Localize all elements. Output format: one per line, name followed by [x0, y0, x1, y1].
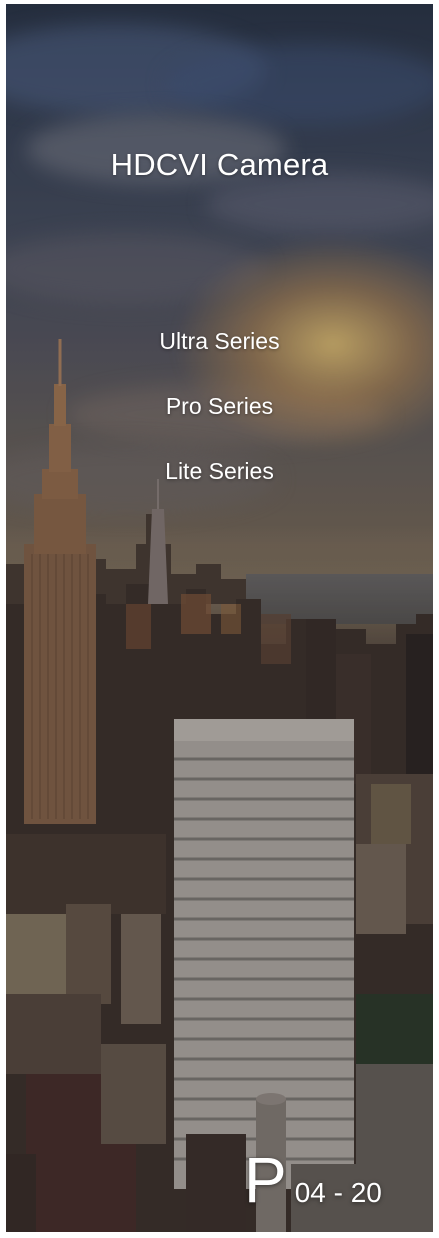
photo-darken-overlay: [6, 4, 433, 1232]
menu-item-lite-series[interactable]: Lite Series: [165, 452, 274, 517]
page-title: HDCVI Camera: [110, 147, 329, 182]
menu-item-ultra-series[interactable]: Ultra Series: [159, 322, 279, 387]
series-menu: Ultra Series Pro Series Lite Series: [6, 322, 433, 517]
page-letter: P: [244, 1144, 287, 1216]
page-range: 04 - 20: [294, 1177, 382, 1208]
menu-item-pro-series[interactable]: Pro Series: [166, 387, 273, 452]
page-indicator: P 04 - 20: [244, 1132, 382, 1212]
hero-panel: HDCVI Camera Ultra Series Pro Series Lit…: [6, 4, 433, 1232]
